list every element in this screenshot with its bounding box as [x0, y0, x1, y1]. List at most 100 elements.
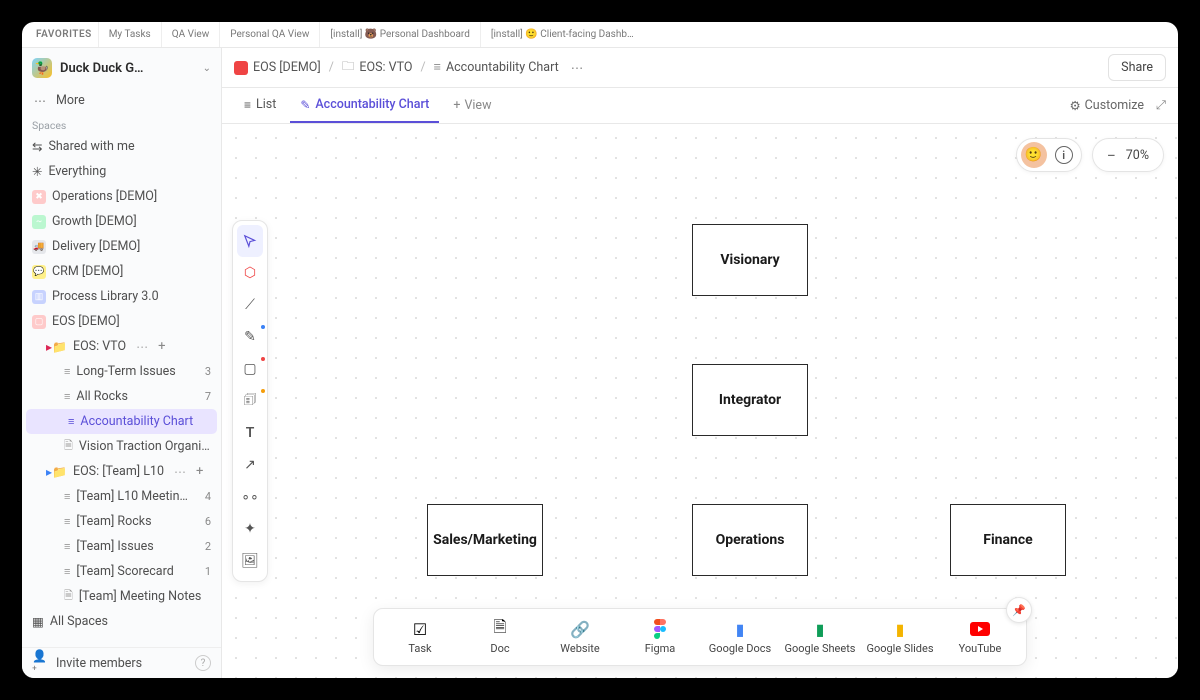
customize-button[interactable]: ⚙Customize — [1069, 98, 1144, 114]
doc-icon: 🗎 — [494, 619, 507, 639]
info-icon[interactable]: i — [1055, 146, 1073, 164]
list-team-rocks[interactable]: ≡[Team] Rocks6 — [22, 509, 221, 534]
whiteboard-toolbar: ⬡ ⟋ ✎ ▢ 🗊 T ↗ ∘∘ ✦ 🖼 — [232, 220, 268, 582]
org-node-visionary[interactable]: Visionary — [692, 224, 808, 296]
space-icon: ▢ — [32, 315, 46, 329]
org-node-integrator[interactable]: Integrator — [692, 364, 808, 436]
list-icon: ≡ — [244, 98, 251, 112]
space-icon — [234, 61, 248, 75]
doc-team-meeting-notes[interactable]: 🗎[Team] Meeting Notes — [22, 584, 221, 609]
content: EOS [DEMO] / 🗀EOS: VTO / ≡Accountability… — [222, 48, 1178, 678]
expand-icon[interactable]: ⤢ — [1156, 98, 1166, 113]
tool-relations[interactable]: ∘∘ — [233, 481, 267, 513]
zoom-value: 70% — [1126, 148, 1149, 163]
list-long-term-issues[interactable]: ≡Long-Term Issues3 — [22, 359, 221, 384]
tool-text[interactable]: T — [233, 417, 267, 449]
view-tab-accountability-chart[interactable]: ✎Accountability Chart — [290, 88, 439, 123]
plus-icon: + — [453, 98, 460, 113]
sidebar-shared[interactable]: ⇆ Shared with me — [22, 134, 221, 159]
view-tab-list[interactable]: ≡List — [234, 88, 286, 123]
share-button[interactable]: Share — [1108, 54, 1166, 81]
tool-connector[interactable]: ⟋ — [233, 289, 267, 321]
space-growth[interactable]: ~Growth [DEMO] — [22, 209, 221, 234]
chevron-down-icon: ⌄ — [203, 63, 211, 74]
sidebar-more[interactable]: ⋯ More — [22, 88, 221, 113]
insert-website[interactable]: 🔗Website — [544, 615, 616, 659]
app-frame: FAVORITES My Tasks QA View Personal QA V… — [22, 22, 1178, 678]
list-icon: ≡ — [64, 515, 70, 528]
list-icon: ≡ — [64, 490, 70, 503]
insert-youtube[interactable]: YouTube — [944, 615, 1016, 659]
tool-rectangle[interactable]: ▢ — [233, 353, 267, 385]
list-accountability-chart[interactable]: ≡Accountability Chart — [26, 409, 217, 434]
plus-icon[interactable]: + — [158, 339, 165, 354]
sidebar-everything[interactable]: ✳ Everything — [22, 159, 221, 184]
folder-eos-team-l10[interactable]: ▸📁 EOS: [Team] L10 ⋯ + — [22, 459, 221, 484]
insert-task[interactable]: ☑Task — [384, 615, 456, 659]
zoom-out-icon[interactable]: − — [1107, 146, 1116, 165]
org-node-finance[interactable]: Finance — [950, 504, 1066, 576]
list-team-issues[interactable]: ≡[Team] Issues2 — [22, 534, 221, 559]
list-icon: ≡ — [64, 390, 70, 403]
more-label: More — [56, 93, 85, 108]
invite-members[interactable]: 👤⁺ Invite members ? — [22, 648, 221, 678]
more-icon[interactable]: ⋯ — [170, 465, 190, 479]
doc-vision-traction[interactable]: 🗎Vision Traction Organi… — [22, 434, 221, 459]
fav-item[interactable]: [install] 🙂 Client-facing Dashb… — [480, 22, 644, 47]
link-icon: 🔗 — [570, 619, 590, 639]
tool-sticky[interactable]: 🗊 — [233, 385, 267, 417]
tool-image[interactable]: 🖼 — [233, 545, 267, 577]
tool-shapes[interactable]: ⬡ — [233, 257, 267, 289]
list-team-scorecard[interactable]: ≡[Team] Scorecard1 — [22, 559, 221, 584]
fav-item[interactable]: Personal QA View — [219, 22, 319, 47]
whiteboard-canvas[interactable]: ⬡ ⟋ ✎ ▢ 🗊 T ↗ ∘∘ ✦ 🖼 🙂 — [222, 124, 1178, 678]
tool-line[interactable]: ↗ — [233, 449, 267, 481]
figma-icon — [653, 619, 667, 639]
space-crm[interactable]: 💬CRM [DEMO] — [22, 259, 221, 284]
space-icon: 💬 — [32, 265, 46, 279]
pin-icon[interactable]: 📌 — [1006, 597, 1032, 623]
presence-pill[interactable]: 🙂 i — [1016, 138, 1082, 172]
help-icon[interactable]: ? — [195, 655, 211, 671]
sidebar-all-spaces[interactable]: ▦ All Spaces — [22, 609, 221, 634]
crumb-space[interactable]: EOS [DEMO] — [234, 60, 321, 75]
space-eos[interactable]: ▢EOS [DEMO] — [22, 309, 221, 334]
workspace-switcher[interactable]: 🦆 Duck Duck G… ⌄ — [22, 48, 221, 88]
tool-select[interactable] — [237, 225, 263, 257]
plus-icon[interactable]: + — [196, 464, 203, 479]
list-icon: ≡ — [434, 60, 441, 75]
crumb-list[interactable]: ≡Accountability Chart — [434, 60, 559, 75]
insert-figma[interactable]: Figma — [624, 615, 696, 659]
fav-item[interactable]: QA View — [161, 22, 220, 47]
org-node-sales-marketing[interactable]: Sales/Marketing — [427, 504, 543, 576]
spaces-section-label: Spaces — [22, 113, 221, 134]
breadcrumb-more[interactable]: ⋯ — [567, 60, 588, 76]
fav-item[interactable]: [install] 🐻 Personal Dashboard — [319, 22, 479, 47]
favorites-bar: FAVORITES My Tasks QA View Personal QA V… — [22, 22, 1178, 48]
add-view[interactable]: +View — [443, 98, 501, 113]
insert-google-sheets[interactable]: ▮Google Sheets — [784, 615, 856, 659]
folder-eos-vto[interactable]: ▸📁 EOS: VTO ⋯ + — [22, 334, 221, 359]
space-operations[interactable]: ✖Operations [DEMO] — [22, 184, 221, 209]
tool-ai[interactable]: ✦ — [233, 513, 267, 545]
list-all-rocks[interactable]: ≡All Rocks7 — [22, 384, 221, 409]
whiteboard-canvas-wrap: ⬡ ⟋ ✎ ▢ 🗊 T ↗ ∘∘ ✦ 🖼 🙂 — [222, 124, 1178, 678]
insert-google-slides[interactable]: ▮Google Slides — [864, 615, 936, 659]
more-icon: ⋯ — [32, 94, 48, 108]
sidebar-tree: ⇆ Shared with me ✳ Everything ✖Operation… — [22, 134, 221, 647]
insert-google-docs[interactable]: ▮Google Docs — [704, 615, 776, 659]
sidebar: 🦆 Duck Duck G… ⌄ ⋯ More Spaces ⇆ Shared … — [22, 48, 222, 678]
space-icon: 🚚 — [32, 240, 46, 254]
space-process-library[interactable]: ▥Process Library 3.0 — [22, 284, 221, 309]
org-node-operations[interactable]: Operations — [692, 504, 808, 576]
insert-doc[interactable]: 🗎Doc — [464, 615, 536, 659]
tool-pen[interactable]: ✎ — [233, 321, 267, 353]
crumb-folder[interactable]: 🗀EOS: VTO — [342, 57, 413, 78]
breadcrumb-bar: EOS [DEMO] / 🗀EOS: VTO / ≡Accountability… — [222, 48, 1178, 88]
list-icon: ≡ — [64, 565, 70, 578]
fav-item[interactable]: My Tasks — [98, 22, 161, 47]
zoom-control[interactable]: − 70% — [1092, 138, 1164, 172]
space-delivery[interactable]: 🚚Delivery [DEMO] — [22, 234, 221, 259]
list-team-l10-meetings[interactable]: ≡[Team] L10 Meetin…4 — [22, 484, 221, 509]
more-icon[interactable]: ⋯ — [132, 340, 152, 354]
